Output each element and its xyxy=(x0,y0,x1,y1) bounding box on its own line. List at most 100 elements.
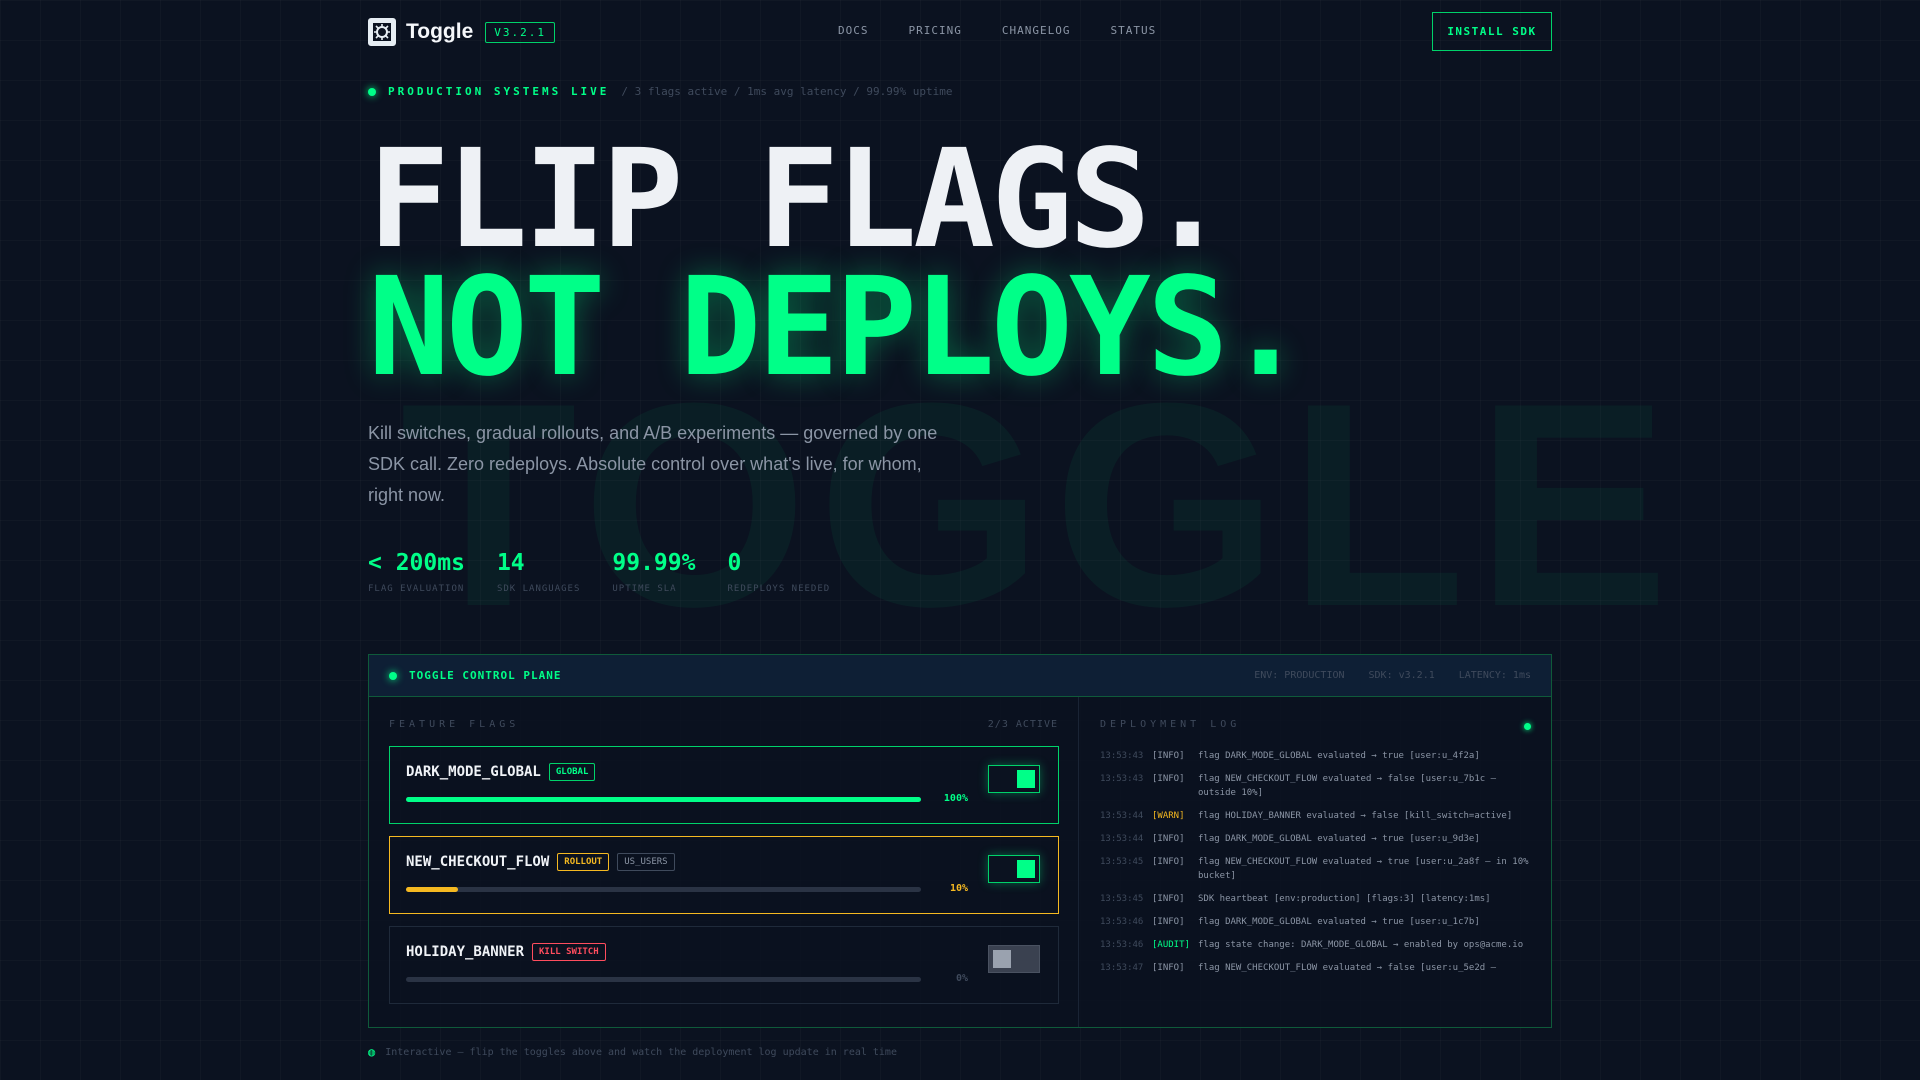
log-time: 13:53:45 xyxy=(1100,894,1144,904)
log-level: [INFO] xyxy=(1152,774,1185,784)
toggle-knob xyxy=(993,950,1011,968)
flag-tag-us-users: US_USERS xyxy=(617,853,675,871)
log-header: DEPLOYMENT LOG xyxy=(1100,719,1531,730)
flag-toggle-switch[interactable] xyxy=(988,855,1040,883)
stat-uptime-sla: 99.99% UPTIME SLA xyxy=(612,550,695,594)
panel-meta: ENV: PRODUCTION SDK: v3.2.1 LATENCY: 1ms xyxy=(1254,670,1531,681)
log-message: flag DARK_MODE_GLOBAL evaluated → true [… xyxy=(1198,751,1480,761)
log-level: [INFO] xyxy=(1152,917,1185,927)
install-sdk-button[interactable]: INSTALL SDK xyxy=(1432,12,1552,51)
log-entry: 13:53:47 [INFO] flag NEW_CHECKOUT_FLOW eva… xyxy=(1100,961,1531,975)
log-time: 13:53:44 xyxy=(1100,834,1144,844)
stat-sdk-languages: 14 SDK LANGUAGES xyxy=(497,550,580,594)
stat-label: FLAG EVALUATION xyxy=(368,584,465,594)
log-entry: 13:53:45 [INFO] flag NEW_CHECKOUT_FLOW eva… xyxy=(1100,855,1531,883)
pointer-icon: ◍ xyxy=(368,1045,376,1059)
flags-active-count: 2/3 ACTIVE xyxy=(987,719,1058,730)
log-time: 13:53:45 xyxy=(1100,857,1144,867)
system-status: PRODUCTION SYSTEMS LIVE / 3 flags active… xyxy=(368,85,952,98)
nav-link-pricing[interactable]: PRICING xyxy=(909,24,962,37)
hero-headline-line2: NOT DEPLOYS. xyxy=(368,249,1307,407)
stat-value: < 200ms xyxy=(368,550,465,576)
top-nav: Toggle V3.2.1 DOCS PRICING CHANGELOG STA… xyxy=(368,12,1552,52)
flag-tag-global: GLOBAL xyxy=(548,763,596,781)
deployment-log-column: DEPLOYMENT LOG 13:53:43 [INFO] flag DARK_M… xyxy=(1080,697,1551,1027)
rollout-bar-fill xyxy=(406,887,458,892)
stat-flag-evaluation: < 200ms FLAG EVALUATION xyxy=(368,550,465,594)
log-message: flag NEW_CHECKOUT_FLOW evaluated → false… xyxy=(1198,774,1497,798)
stat-label: SDK LANGUAGES xyxy=(496,584,581,594)
log-level: [INFO] xyxy=(1152,894,1185,904)
interactive-hint: ◍ Interactive — flip the toggles above a… xyxy=(368,1045,897,1059)
deployment-log-list[interactable]: 13:53:43 [INFO] flag DARK_MODE_GLOBAL eval… xyxy=(1100,749,1531,999)
log-time: 13:53:46 xyxy=(1100,940,1144,950)
stat-value: 99.99% xyxy=(612,550,696,576)
flag-card-dark-mode-global: DARK_MODE_GLOBAL GLOBAL 100% xyxy=(389,746,1059,824)
nav-link-status[interactable]: STATUS xyxy=(1110,24,1156,37)
flag-card-holiday-banner: HOLIDAY_BANNER KILL SWITCH 0% xyxy=(389,926,1059,1004)
log-entry: 13:53:44 [WARN] flag HOLIDAY_BANNER evalua… xyxy=(1100,809,1531,823)
log-entry: 13:53:43 [INFO] flag NEW_CHECKOUT_FLOW eva… xyxy=(1100,772,1531,800)
log-level: [WARN] xyxy=(1152,811,1185,821)
flags-header: FEATURE FLAGS 2/3 ACTIVE xyxy=(389,719,1058,730)
rollout-percent: 0% xyxy=(955,973,968,984)
hint-text: Interactive — flip the toggles above and… xyxy=(385,1046,897,1058)
log-entry: 13:53:46 [INFO] flag DARK_MODE_GLOBAL eval… xyxy=(1100,915,1531,929)
flag-tag-kill-switch: KILL SWITCH xyxy=(532,943,606,961)
stat-label: UPTIME SLA xyxy=(612,584,677,594)
flag-toggle-switch[interactable] xyxy=(988,945,1040,973)
flag-name: NEW_CHECKOUT_FLOW xyxy=(406,854,550,870)
log-time: 13:53:44 xyxy=(1100,811,1144,821)
panel-status-dot-icon xyxy=(389,671,397,680)
stat-value: 0 xyxy=(727,550,742,576)
nav-links: DOCS PRICING CHANGELOG STATUS xyxy=(838,24,1156,37)
log-entry: 13:53:44 [INFO] flag DARK_MODE_GLOBAL eval… xyxy=(1100,832,1531,846)
control-plane-panel: TOGGLE CONTROL PLANE ENV: PRODUCTION SDK… xyxy=(368,654,1552,1028)
status-live-label: PRODUCTION SYSTEMS LIVE xyxy=(388,85,610,98)
stat-value: 14 xyxy=(496,550,525,576)
rollout-percent: 100% xyxy=(943,793,968,804)
rollout-percent: 10% xyxy=(949,883,968,894)
flag-tag-rollout: ROLLOUT xyxy=(557,853,610,871)
log-message: flag state change: DARK_MODE_GLOBAL → en… xyxy=(1198,940,1524,950)
flag-toggle-switch[interactable] xyxy=(988,765,1040,793)
nav-link-docs[interactable]: DOCS xyxy=(838,24,869,37)
stats-row: < 200ms FLAG EVALUATION 14 SDK LANGUAGES… xyxy=(368,550,830,594)
rollout-bar xyxy=(406,887,921,892)
nav-link-changelog[interactable]: CHANGELOG xyxy=(1002,24,1071,37)
log-time: 13:53:43 xyxy=(1100,774,1144,784)
stat-label: REDEPLOYS NEEDED xyxy=(727,584,831,594)
live-status-dot-icon xyxy=(368,87,376,96)
version-badge: V3.2.1 xyxy=(485,21,556,43)
stat-redeploys: 0 REDEPLOYS NEEDED xyxy=(727,550,830,594)
log-time: 13:53:47 xyxy=(1100,963,1144,973)
log-message: flag HOLIDAY_BANNER evaluated → false [k… xyxy=(1198,811,1513,821)
rollout-bar xyxy=(406,977,921,982)
toggle-logo-icon xyxy=(368,18,396,46)
log-level: [AUDIT] xyxy=(1152,940,1190,950)
hero-headline-line1: FLIP FLAGS. xyxy=(368,121,1229,279)
rollout-bar-fill xyxy=(406,797,921,802)
log-level: [INFO] xyxy=(1152,751,1185,761)
flag-card-new-checkout-flow: NEW_CHECKOUT_FLOW ROLLOUT US_USERS 10% xyxy=(389,836,1059,914)
panel-header: TOGGLE CONTROL PLANE ENV: PRODUCTION SDK… xyxy=(369,655,1551,697)
feature-flags-column: FEATURE FLAGS 2/3 ACTIVE DARK_MODE_GLOBA… xyxy=(369,697,1079,1027)
log-entry: 13:53:45 [INFO] SDK heartbeat [env:product… xyxy=(1100,892,1531,906)
toggle-knob xyxy=(1017,770,1035,788)
brand-name: Toggle xyxy=(406,20,474,43)
log-entry: 13:53:46 [AUDIT] flag state change: DARK_M… xyxy=(1100,938,1531,952)
flags-heading: FEATURE FLAGS xyxy=(389,719,520,730)
hero-description: Kill switches, gradual rollouts, and A/B… xyxy=(368,423,938,505)
toggle-knob xyxy=(1017,860,1035,878)
brand[interactable]: Toggle V3.2.1 xyxy=(368,18,556,46)
log-live-dot-icon xyxy=(1524,723,1531,730)
panel-env: ENV: PRODUCTION xyxy=(1254,670,1345,681)
log-message: flag NEW_CHECKOUT_FLOW evaluated → true … xyxy=(1198,857,1529,881)
log-message: flag DARK_MODE_GLOBAL evaluated → true [… xyxy=(1198,917,1480,927)
log-entry: 13:53:43 [INFO] flag DARK_MODE_GLOBAL eval… xyxy=(1100,749,1531,763)
log-message: flag NEW_CHECKOUT_FLOW evaluated → false… xyxy=(1198,963,1497,973)
panel-sdk-version: SDK: v3.2.1 xyxy=(1368,670,1435,681)
panel-latency: LATENCY: 1ms xyxy=(1458,670,1531,681)
log-heading: DEPLOYMENT LOG xyxy=(1100,719,1241,730)
log-message: flag DARK_MODE_GLOBAL evaluated → true [… xyxy=(1198,834,1480,844)
